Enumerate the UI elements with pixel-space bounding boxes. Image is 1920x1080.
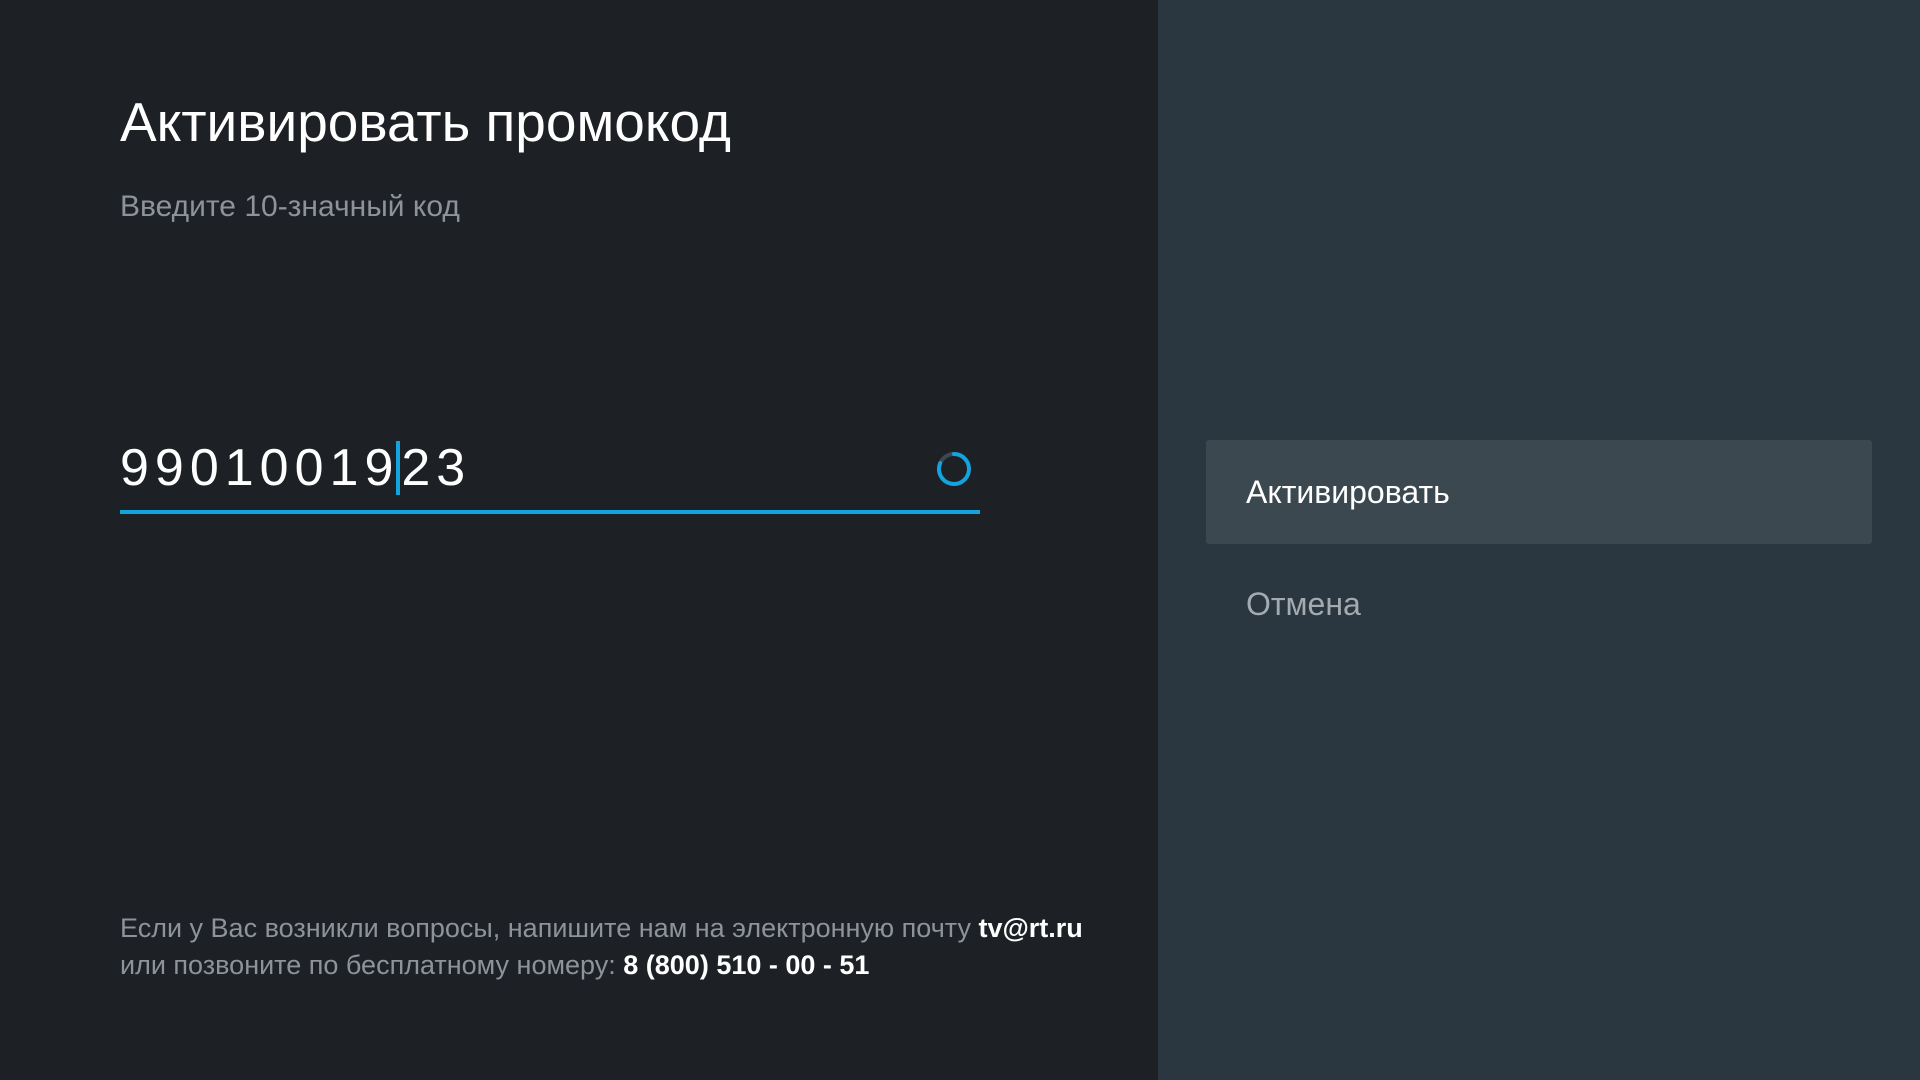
spinner-icon <box>937 452 971 486</box>
support-phone-text: или позвоните по бесплатному номеру: <box>120 950 624 980</box>
page-title: Активировать промокод <box>120 91 732 153</box>
promo-code-form-panel: Активировать промокод Введите 10-значный… <box>0 0 1158 1080</box>
text-caret <box>396 441 401 495</box>
promo-code-value-after-caret: 23 <box>401 439 472 497</box>
support-line-email: Если у Вас возникли вопросы, напишите на… <box>120 910 1083 947</box>
promo-code-value-before-caret: 99010019 <box>120 439 400 497</box>
activate-button-label: Активировать <box>1246 473 1450 510</box>
support-email: tv@rt.ru <box>978 913 1083 943</box>
page-subtitle: Введите 10-значный код <box>120 190 460 223</box>
input-underline <box>120 510 980 514</box>
actions-panel: Активировать Отмена <box>1158 0 1920 1080</box>
promo-code-input[interactable]: 99010019 23 <box>120 430 980 516</box>
support-line-phone: или позвоните по бесплатному номеру: 8 (… <box>120 947 1083 984</box>
promo-code-screen: Активировать промокод Введите 10-значный… <box>0 0 1920 1080</box>
cancel-button-label: Отмена <box>1246 585 1361 622</box>
support-info: Если у Вас возникли вопросы, напишите на… <box>120 910 1083 984</box>
support-phone: 8 (800) 510 - 00 - 51 <box>623 950 870 980</box>
activate-button[interactable]: Активировать <box>1206 440 1872 544</box>
support-email-text: Если у Вас возникли вопросы, напишите на… <box>120 913 979 943</box>
cancel-button[interactable]: Отмена <box>1206 552 1872 656</box>
promo-code-value[interactable]: 99010019 23 <box>120 438 471 498</box>
